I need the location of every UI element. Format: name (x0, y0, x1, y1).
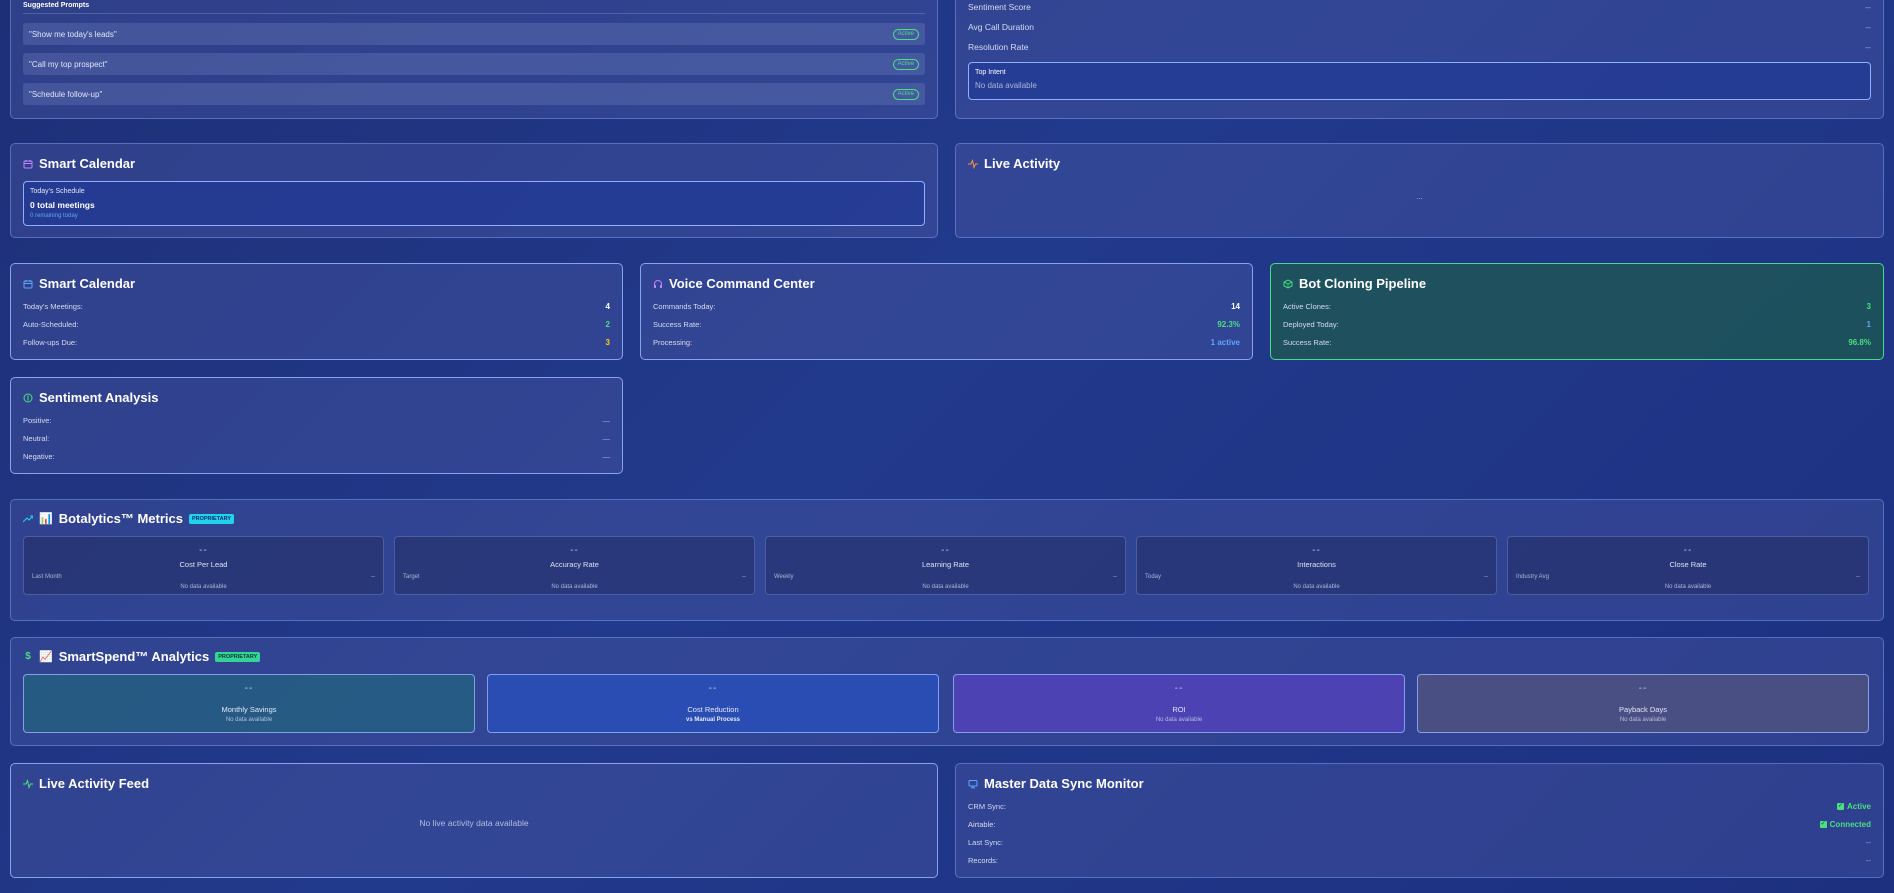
panel-title: Smart Calendar (39, 156, 136, 171)
stat-row: Auto-Scheduled: 2 (23, 319, 610, 329)
metric-card-close-rate[interactable]: -- Close Rate Industry Avg -- No data av… (1507, 536, 1869, 595)
status-badge: Active (892, 28, 919, 40)
todays-schedule-box[interactable]: Today's Schedule 0 total meetings 0 rema… (23, 181, 925, 226)
stat-row: Active Clones: 3 (1283, 301, 1871, 311)
call-analytics-panel: Sentiment Score -- Avg Call Duration -- … (955, 0, 1884, 119)
sentiment-analysis-panel: Sentiment Analysis Positive: — Neutral: … (10, 377, 623, 474)
stat-row: Success Rate: 92.3% (653, 319, 1240, 329)
spend-card-cost-reduction[interactable]: -- Cost Reduction vs Manual Process (487, 674, 939, 733)
panel-title: Botalytics™ Metrics (58, 511, 183, 526)
stat-row: Follow-ups Due: 3 (23, 337, 610, 347)
panel-title: Live Activity (984, 156, 1061, 171)
spend-card-payback-days[interactable]: -- Payback Days No data available (1417, 674, 1869, 733)
remaining-meetings: 0 remaining today (30, 213, 78, 219)
stat-row: Processing: 1 active (653, 337, 1240, 347)
proprietary-badge: PROPRIETARY (215, 651, 261, 662)
dollar-icon: $ (25, 651, 31, 662)
top-intent-label: Top Intent (975, 69, 1006, 76)
suggested-prompt-item[interactable]: "Call my top prospect" Active (23, 53, 925, 75)
panel-title: Bot Cloning Pipeline (1299, 276, 1427, 291)
cube-icon (1283, 278, 1293, 289)
metric-card-interactions[interactable]: -- Interactions Today -- No data availab… (1136, 536, 1497, 595)
metric-card-cost-per-lead[interactable]: -- Cost Per Lead Last Month -- No data a… (23, 536, 384, 595)
activity-pulse-icon (23, 778, 33, 789)
smart-calendar-schedule-panel: Smart Calendar Today's Schedule 0 total … (10, 143, 938, 238)
metric-card-learning-rate[interactable]: -- Learning Rate Weekly -- No data avail… (765, 536, 1126, 595)
stat-row: Negative: — (23, 451, 610, 461)
live-activity-feed-panel: Live Activity Feed No live activity data… (10, 763, 938, 878)
stat-row: Deployed Today: 1 (1283, 319, 1871, 329)
activity-pulse-icon (968, 158, 978, 169)
status-badge: Active (892, 88, 919, 100)
stat-row: Today's Meetings: 4 (23, 301, 610, 311)
panel-title: SmartSpend™ Analytics (58, 649, 210, 664)
data-sync-panel: Master Data Sync Monitor CRM Sync: ✓ Act… (955, 763, 1884, 878)
schedule-label: Today's Schedule (30, 188, 85, 195)
panel-title: Smart Calendar (39, 276, 136, 291)
stat-row: Neutral: — (23, 433, 610, 443)
suggested-prompts-panel: Suggested Prompts "Show me today's leads… (10, 0, 938, 119)
bot-cloning-panel: Bot Cloning Pipeline Active Clones: 3 De… (1270, 263, 1884, 360)
calendar-icon (23, 279, 33, 289)
stat-row: Success Rate: 96.8% (1283, 337, 1871, 347)
check-icon: ✓ (1819, 820, 1827, 828)
proprietary-badge: PROPRIETARY (188, 513, 235, 524)
sentiment-score-row: Sentiment Score -- (968, 2, 1871, 12)
monitor-icon (968, 779, 978, 789)
live-activity-placeholder: ... (1416, 192, 1423, 201)
sync-row: Records: -- (968, 855, 1871, 865)
botalytics-panel: 📊 Botalytics™ Metrics PROPRIETARY -- Cos… (10, 499, 1884, 621)
spend-card-roi[interactable]: -- ROI No data available (953, 674, 1405, 733)
panel-title: Sentiment Analysis (39, 390, 159, 405)
live-activity-panel: Live Activity ... (955, 143, 1884, 238)
total-meetings: 0 total meetings (30, 200, 95, 210)
panel-title: Voice Command Center (669, 276, 815, 291)
suggested-prompt-item[interactable]: "Schedule follow-up" Active (23, 83, 925, 105)
panel-title: Master Data Sync Monitor (984, 776, 1144, 791)
smart-calendar-panel: Smart Calendar Today's Meetings: 4 Auto-… (10, 263, 623, 360)
trending-up-icon (23, 514, 33, 524)
sync-row: Airtable: ✓ Connected (968, 819, 1871, 829)
calendar-icon (23, 159, 33, 169)
sync-row: Last Sync: -- (968, 837, 1871, 847)
avg-call-duration-row: Avg Call Duration -- (968, 22, 1871, 32)
sync-row: CRM Sync: ✓ Active (968, 801, 1871, 811)
sentiment-icon (23, 393, 33, 403)
empty-state-message: No live activity data available (419, 818, 529, 828)
suggested-prompt-item[interactable]: "Show me today's leads" Active (23, 23, 925, 45)
stat-row: Commands Today: 14 (653, 301, 1240, 311)
panel-title: Live Activity Feed (39, 776, 150, 791)
metric-card-accuracy-rate[interactable]: -- Accuracy Rate Target -- No data avail… (394, 536, 755, 595)
suggested-prompts-title: Suggested Prompts (23, 2, 90, 9)
top-intent-box: Top Intent No data available (968, 62, 1871, 100)
status-badge: Active (892, 58, 919, 70)
chart-emoji-icon: 📊 (39, 513, 53, 525)
chart-emoji-icon: 📈 (39, 651, 53, 663)
check-icon: ✓ (1836, 802, 1844, 810)
spend-card-monthly-savings[interactable]: -- Monthly Savings No data available (23, 674, 475, 733)
voice-command-panel: Voice Command Center Commands Today: 14 … (640, 263, 1253, 360)
headphones-icon (653, 279, 663, 289)
divider (23, 13, 925, 14)
top-intent-value: No data available (975, 81, 1037, 90)
resolution-rate-row: Resolution Rate -- (968, 42, 1871, 52)
smartspend-panel: $ 📈 SmartSpend™ Analytics PROPRIETARY --… (10, 637, 1884, 746)
stat-row: Positive: — (23, 415, 610, 425)
